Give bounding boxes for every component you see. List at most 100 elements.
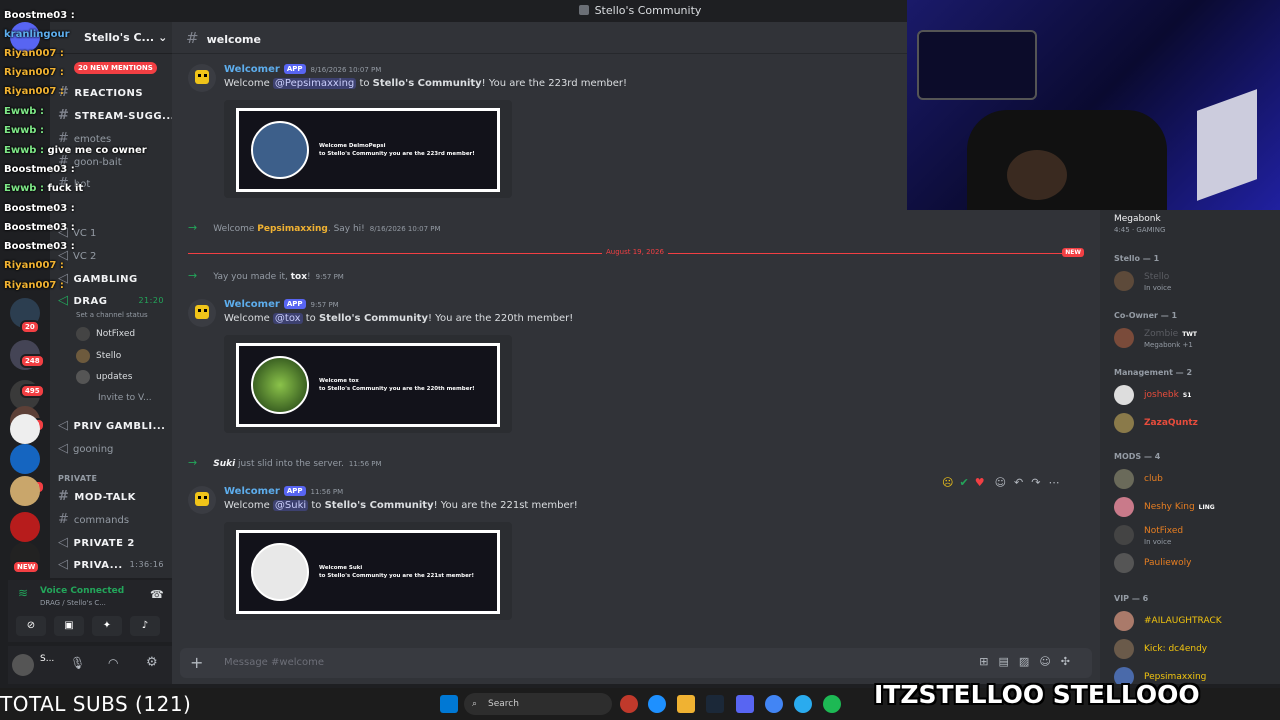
channel-priv-gambling[interactable]: ◁ PRIV GAMBLI... [58, 417, 165, 435]
chat-line: Riyan007 : [4, 280, 64, 291]
chat-line: Boostme03 : [4, 164, 75, 175]
server-icon-yp[interactable] [10, 414, 40, 444]
chat-line: Ewwb : give me co owner [4, 145, 147, 156]
card-line1: Welcome DelmoPepsi [319, 143, 386, 149]
member-item[interactable]: Kick: dc4endy [1114, 636, 1274, 664]
voice-user[interactable]: NotFixed [76, 326, 135, 342]
channel-priva[interactable]: ◁ PRIVA... 1:36:16 [58, 556, 164, 574]
channel-status[interactable]: Set a channel status [76, 307, 148, 323]
avatar[interactable] [12, 654, 34, 676]
hashtag-icon: # [186, 29, 199, 47]
channel-mod-talk[interactable]: # MOD-TALK [58, 488, 136, 506]
edge-icon[interactable] [648, 695, 666, 713]
server-icon[interactable] [10, 512, 40, 542]
emoji-icon[interactable]: ☺ [1039, 655, 1060, 668]
signal-icon: ≋ [18, 586, 29, 600]
steam-icon[interactable] [706, 695, 724, 713]
chat-line: Riyan007 : [4, 48, 64, 59]
chat-line: Boostme03 : [4, 203, 75, 214]
avatar[interactable] [188, 486, 216, 514]
spotify-icon[interactable] [823, 695, 841, 713]
invite-to-voice[interactable]: Invite to V... [98, 390, 152, 406]
chat-line: Riyan007 : [4, 67, 64, 78]
message-author[interactable]: Welcomer APP 9:57 PM [224, 299, 339, 310]
member-group-label: VIP — 6 [1114, 594, 1149, 603]
headphones-icon[interactable]: ◠ [108, 656, 118, 670]
welcome-avatar [251, 356, 309, 414]
message-input[interactable]: + Message #welcome ⊞▤▨☺✣ [180, 648, 1092, 678]
channel-commands[interactable]: # commands [58, 511, 129, 529]
member-item[interactable]: Neshy King LING [1114, 494, 1274, 522]
windows-start-icon[interactable] [440, 695, 458, 713]
server-icon[interactable] [10, 444, 40, 474]
message-embed[interactable]: Welcome Suki to Stello's Community you a… [224, 522, 512, 620]
chat-line: Riyan007 : [4, 260, 64, 271]
card-line1: Welcome tox [319, 378, 359, 384]
message-author[interactable]: Welcomer APP 11:56 PM [224, 486, 343, 497]
telegram-icon[interactable] [794, 695, 812, 713]
channel-gooning[interactable]: ◁ gooning [58, 440, 113, 458]
screenshare-button[interactable]: ▣ [54, 616, 84, 636]
microphone-icon[interactable]: 🎙 [70, 656, 85, 670]
camera-button[interactable]: ⊘ [16, 616, 46, 636]
gear-icon[interactable]: ⚙ [146, 655, 158, 670]
voice-user[interactable]: Stello [76, 348, 121, 364]
member-item[interactable]: joshebk S1 [1114, 382, 1274, 410]
chat-line: Boostme03 : [4, 10, 75, 21]
gift-icon[interactable]: ⊞ [979, 655, 998, 668]
folder-icon[interactable] [677, 695, 695, 713]
member-item[interactable]: NotFixed In voice [1114, 522, 1274, 550]
new-badge: NEW [12, 560, 41, 574]
app-icon[interactable] [620, 695, 638, 713]
username[interactable]: S... [40, 654, 54, 664]
member-item[interactable]: club [1114, 466, 1274, 494]
server-icon[interactable] [10, 476, 40, 506]
channel-private-2[interactable]: ◁ PRIVATE 2 [58, 534, 135, 552]
wall-sign [917, 30, 1037, 100]
member-group-label: MODS — 4 [1114, 452, 1161, 461]
disconnect-icon[interactable]: ☎ [150, 588, 164, 601]
chair [967, 110, 1167, 210]
taskbar-search[interactable]: ⌕ Search [464, 693, 612, 715]
card-line1: Welcome Suki [319, 565, 363, 571]
voice-status: Voice Connected [40, 586, 125, 596]
message[interactable]: Welcomer APP 9:57 PM Welcome @tox to Stell… [188, 299, 1068, 439]
gif-icon[interactable]: ▤ [999, 655, 1019, 668]
search-icon: ⌕ [472, 699, 478, 709]
chat-line: Boostme03 : [4, 222, 75, 233]
card-line2: to Stello's Community you are the 223rd … [319, 151, 475, 157]
message-text: Welcome @Pepsimaxxing to Stello's Commun… [224, 78, 628, 89]
add-attachment-icon[interactable]: + [190, 654, 203, 672]
chrome-icon[interactable] [765, 695, 783, 713]
welcome-avatar [251, 543, 309, 601]
message-author[interactable]: Welcomer APP 8/16/2026 10:07 PM [224, 64, 381, 75]
discord-icon[interactable] [736, 695, 754, 713]
message-embed[interactable]: Welcome tox to Stello's Community you ar… [224, 335, 512, 433]
avatar[interactable] [188, 299, 216, 327]
category-private[interactable]: PRIVATE [58, 474, 97, 483]
system-message: → Yay you made it, tox! 9:57 PM [188, 269, 344, 282]
voice-location[interactable]: DRAG / Stello's C... [40, 599, 106, 607]
message-placeholder: Message #welcome [224, 657, 325, 668]
social-handles-overlay: ITZSTELLOO STELLOOO [874, 680, 1200, 709]
stream-chat-overlay: Boostme03 : kranlingour Riyan007 : Riyan… [0, 0, 180, 300]
message[interactable]: Welcomer APP 11:56 PM Welcome @Suki to Ste… [188, 486, 1068, 626]
soundboard-button[interactable]: ♪ [130, 616, 160, 636]
sticker-icon[interactable]: ▨ [1019, 655, 1039, 668]
member-list: Megabonk 4:45 · GAMING Stello — 1 Stello I… [1100, 210, 1280, 684]
system-message: → Welcome Pepsimaxxing. Say hi! 8/16/2026 … [188, 221, 441, 234]
avatar[interactable] [188, 64, 216, 92]
member-item[interactable]: #AILAUGHTRACK [1114, 608, 1274, 636]
window-title: Stello's Community [594, 4, 702, 17]
activities-button[interactable]: ✦ [92, 616, 122, 636]
member-item[interactable]: ZazaQuntz [1114, 410, 1274, 438]
member-item[interactable]: Pauliewoly [1114, 550, 1274, 578]
input-tools: ⊞▤▨☺✣ [979, 655, 1080, 668]
member-item[interactable]: Megabonk 4:45 · GAMING [1114, 210, 1274, 238]
member-item[interactable]: Zombie TWT Megabonk +1 [1114, 325, 1274, 353]
member-item[interactable]: Stello In voice [1114, 268, 1274, 296]
card-line2: to Stello's Community you are the 220th … [319, 386, 475, 392]
voice-user[interactable]: updates [76, 369, 132, 385]
apps-icon[interactable]: ✣ [1061, 655, 1080, 668]
message-embed[interactable]: Welcome DelmoPepsi to Stello's Community… [224, 100, 512, 198]
